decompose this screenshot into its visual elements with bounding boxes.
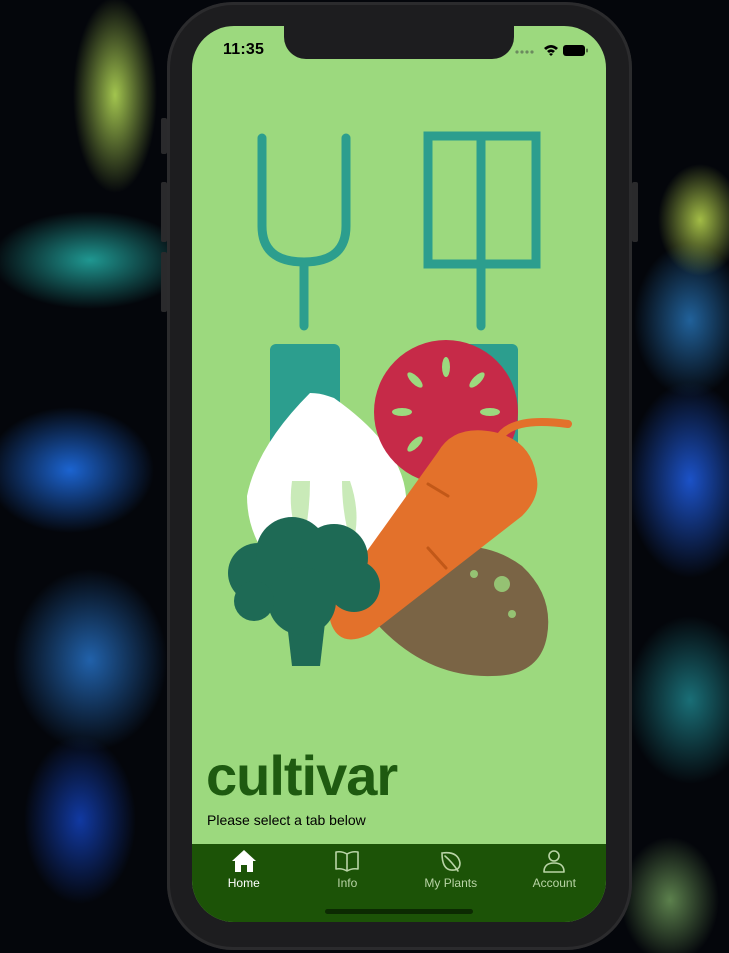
book-icon [335, 850, 360, 872]
leaf-icon [440, 851, 461, 872]
status-time: 11:35 [223, 41, 265, 58]
battery-icon [563, 45, 588, 56]
house-icon [231, 850, 256, 872]
tab-account[interactable]: Account [503, 844, 607, 900]
volume-down-button [161, 252, 167, 312]
hero-illustration [228, 131, 572, 677]
tab-label: My Plants [424, 876, 478, 890]
notch [284, 26, 514, 59]
status-icons [515, 45, 588, 56]
app-screen: 11:35 cultivar Please select a tab below… [192, 26, 606, 922]
tab-home[interactable]: Home [192, 844, 296, 900]
tab-label: Info [337, 876, 358, 890]
broccoli-icon [228, 517, 380, 666]
power-button [632, 182, 638, 242]
tab-label: Home [227, 876, 260, 890]
app-subtitle: Please select a tab below [207, 812, 366, 828]
tab-my-plants[interactable]: My Plants [399, 844, 503, 900]
person-icon [543, 850, 566, 873]
mute-switch [161, 118, 167, 154]
volume-up-button [161, 182, 167, 242]
wifi-icon [544, 45, 558, 56]
garden-rake-icon [423, 131, 541, 331]
garden-fork-icon [257, 133, 351, 331]
tab-label: Account [532, 876, 576, 890]
home-indicator [325, 909, 473, 914]
signal-dots-icon [515, 50, 534, 54]
app-title: cultivar [206, 744, 398, 807]
tab-info[interactable]: Info [296, 844, 400, 900]
